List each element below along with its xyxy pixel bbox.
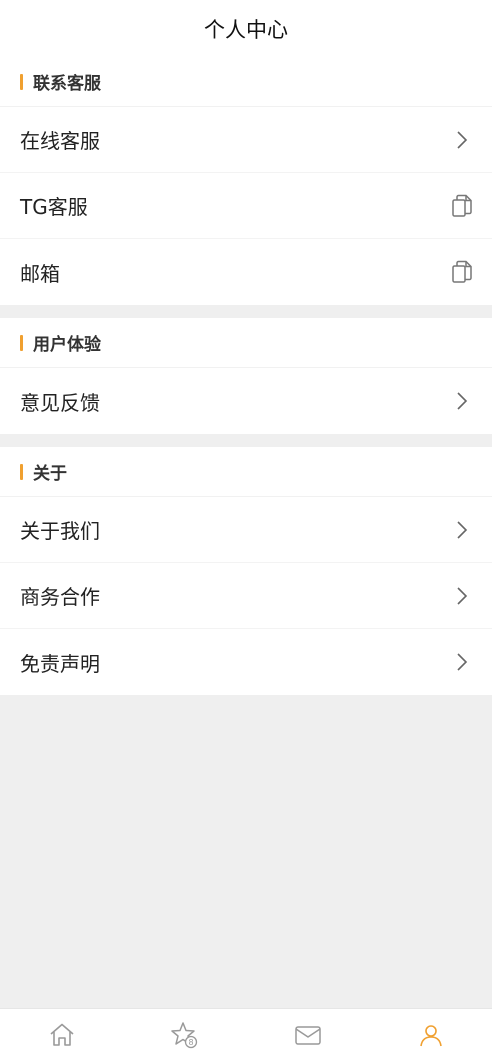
- row-tg-service[interactable]: TG客服: [0, 173, 492, 239]
- section-gap: [0, 305, 492, 318]
- row-online-service[interactable]: 在线客服: [0, 107, 492, 173]
- tab-favorites[interactable]: 8: [155, 1009, 215, 1064]
- accent-bar: [20, 334, 23, 351]
- mail-icon: [294, 1023, 322, 1051]
- page-header: 个人中心: [0, 0, 492, 57]
- section-title-label: 用户体验: [33, 335, 101, 355]
- section-user-experience: 用户体验 意见反馈: [0, 318, 492, 434]
- home-icon: [48, 1022, 76, 1052]
- section-contact: 联系客服 在线客服 TG客服 邮箱: [0, 57, 492, 305]
- accent-bar: [20, 73, 23, 90]
- row-label: 在线客服: [20, 129, 100, 153]
- chevron-right-icon: [450, 584, 474, 608]
- star-badge-icon: 8: [170, 1021, 199, 1053]
- copy-icon[interactable]: [450, 260, 474, 284]
- row-label: 邮箱: [20, 261, 60, 286]
- row-disclaimer[interactable]: 免责声明: [0, 629, 492, 695]
- svg-text:8: 8: [188, 1038, 193, 1047]
- section-gap: [0, 434, 492, 447]
- section-title-label: 联系客服: [33, 74, 101, 94]
- section-title: 用户体验: [0, 318, 492, 368]
- section-title: 联系客服: [0, 57, 492, 107]
- row-label: 免责声明: [20, 651, 100, 676]
- row-about-us[interactable]: 关于我们: [0, 497, 492, 563]
- accent-bar: [20, 463, 23, 480]
- row-label: 商务合作: [20, 585, 100, 609]
- row-email[interactable]: 邮箱: [0, 239, 492, 305]
- bottom-tab-bar: 8: [0, 1008, 492, 1064]
- page-title: 个人中心: [204, 17, 288, 42]
- row-business[interactable]: 商务合作: [0, 563, 492, 629]
- tab-profile[interactable]: [401, 1009, 461, 1064]
- section-title-label: 关于: [33, 464, 67, 484]
- row-label: TG客服: [20, 195, 88, 219]
- chevron-right-icon: [450, 518, 474, 542]
- row-label: 意见反馈: [20, 390, 100, 415]
- chevron-right-icon: [450, 128, 474, 152]
- tab-messages[interactable]: [278, 1009, 338, 1064]
- chevron-right-icon: [450, 389, 474, 413]
- row-feedback[interactable]: 意见反馈: [0, 368, 492, 434]
- tab-home[interactable]: [32, 1009, 92, 1064]
- section-title: 关于: [0, 447, 492, 497]
- user-icon: [417, 1021, 445, 1053]
- row-label: 关于我们: [20, 519, 100, 543]
- chevron-right-icon: [450, 650, 474, 674]
- copy-icon[interactable]: [450, 194, 474, 218]
- section-about: 关于 关于我们 商务合作 免责声明: [0, 447, 492, 695]
